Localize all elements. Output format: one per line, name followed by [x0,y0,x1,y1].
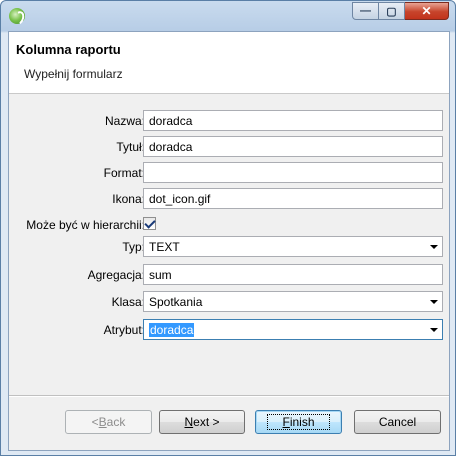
aggregation-label: Agregacja: [87,268,145,282]
format-input[interactable] [143,162,443,183]
title-label: Tytuł: [116,140,145,154]
next-button[interactable]: Next > [159,410,245,434]
page-title: Kolumna raportu [16,42,121,57]
app-logo-icon [9,8,25,24]
row-name: Nazwa: doradca [9,110,451,132]
type-label: Typ: [122,240,145,254]
back-mnemonic: B [98,415,107,429]
wizard-client-area: Kolumna raportu Wypełnij formularz Nazwa… [8,31,450,451]
row-attribute: Atrybut: doradca [9,319,451,341]
icon-input[interactable]: dot_icon.gif [143,188,443,209]
window-controls: — ▢ ✕ [352,2,449,20]
attribute-select[interactable]: doradca [143,319,443,340]
next-mnemonic: N [184,415,194,429]
class-select-value: Spotkania [149,295,203,309]
close-button[interactable]: ✕ [405,2,449,20]
hierarchy-checkbox[interactable] [143,217,156,230]
type-select-value: TEXT [149,240,180,254]
back-prefix: < [91,415,99,429]
row-format: Format: [9,162,451,184]
row-aggregation: Agregacja: sum [9,264,451,286]
attribute-label: Atrybut: [103,323,145,337]
footer-separator [9,395,449,397]
row-title: Tytuł: doradca [9,136,451,158]
finish-mnemonic: F [282,415,290,429]
row-icon: Ikona: dot_icon.gif [9,188,451,210]
aggregation-input[interactable]: sum [143,264,443,285]
attribute-select-value: doradca [149,323,195,337]
name-input[interactable]: doradca [143,110,443,131]
chevron-down-icon[interactable] [430,328,438,332]
title-input[interactable]: doradca [143,136,443,157]
title-bar[interactable]: — ▢ ✕ [1,1,455,31]
hierarchy-label: Może być w hierarchii: [26,218,145,232]
wizard-header: Kolumna raportu Wypełnij formularz [9,32,449,94]
maximize-button[interactable]: ▢ [379,2,405,20]
chevron-down-icon[interactable] [430,300,438,304]
chevron-down-icon[interactable] [430,245,438,249]
page-subtitle: Wypełnij formularz [24,67,123,81]
type-select[interactable]: TEXT [143,236,443,257]
minimize-button[interactable]: — [352,2,379,20]
finish-rest: inish [289,415,315,429]
row-class: Klasa: Spotkania [9,291,451,313]
format-label: Format: [103,166,145,180]
class-select[interactable]: Spotkania [143,291,443,312]
next-rest: ext > [193,415,220,429]
wizard-window: — ▢ ✕ Kolumna raportu Wypełnij formularz… [0,0,456,456]
back-rest: ack [106,415,126,429]
back-button[interactable]: < Back [65,410,152,434]
row-hierarchy: Może być w hierarchii: [9,214,451,236]
finish-focus-ring: Finish [267,414,330,430]
finish-button[interactable]: Finish [255,410,342,434]
name-label: Nazwa: [104,114,145,128]
icon-label: Ikona: [112,192,145,206]
class-label: Klasa: [111,295,145,309]
row-type: Typ: TEXT [9,236,451,258]
cancel-button[interactable]: Cancel [354,410,441,434]
